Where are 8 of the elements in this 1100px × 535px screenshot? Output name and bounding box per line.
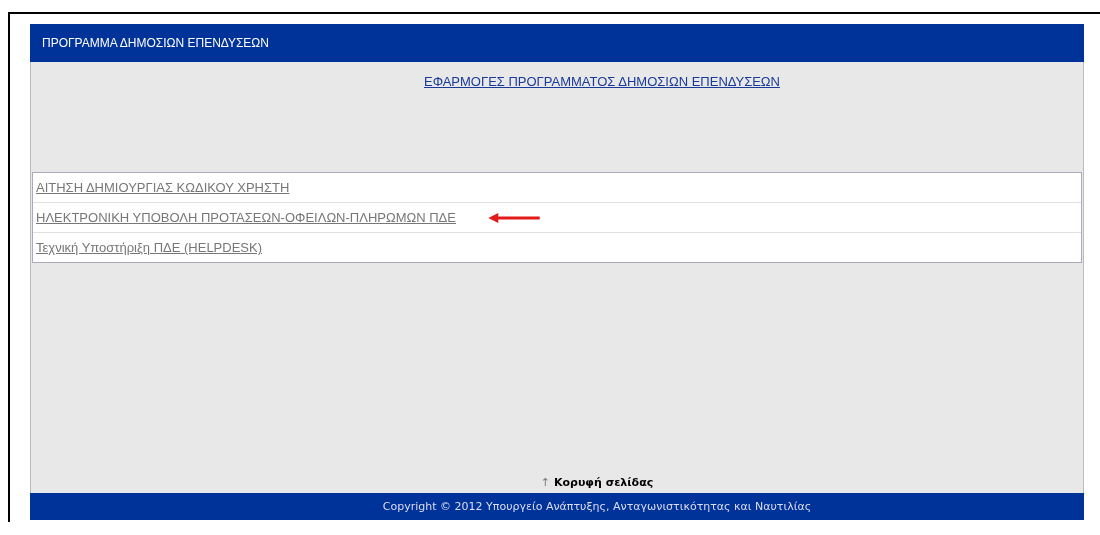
- up-arrow-icon: ↑: [540, 476, 550, 489]
- application-link[interactable]: ΗΛΕΚΤΡΟΝΙΚΗ ΥΠΟΒΟΛΗ ΠΡΟΤΑΣΕΩΝ-ΟΦΕΙΛΩΝ-ΠΛΗΡΩΜΩΝ ΠΔΕ: [36, 210, 456, 225]
- site-title: ΠΡΟΓΡΑΜΜΑ ΔΗΜΟΣΙΩΝ ΕΠΕΝΔΥΣΕΩΝ: [42, 36, 269, 50]
- heading-link[interactable]: ΕΦΑΡΜΟΓΕΣ ΠΡΟΓΡΑΜΜΑΤΟΣ ΔΗΜΟΣΙΩΝ ΕΠΕΝΔΥΣΕΩΝ: [424, 74, 780, 89]
- application-link[interactable]: ΑΙΤΗΣΗ ΔΗΜΙΟΥΡΓΙΑΣ ΚΩΔΙΚΟΥ ΧΡΗΣΤΗ: [36, 180, 290, 195]
- copyright-text: Copyright © 2012 Υπουργείο Ανάπτυξης, Ανταγωνιστικότητας και Ναυτιλίας: [382, 500, 812, 513]
- top-of-page-link[interactable]: Κορυφή σελίδας: [554, 476, 654, 489]
- application-link[interactable]: Τεχνική Υποστήριξη ΠΔΕ (HELPDESK): [36, 240, 263, 255]
